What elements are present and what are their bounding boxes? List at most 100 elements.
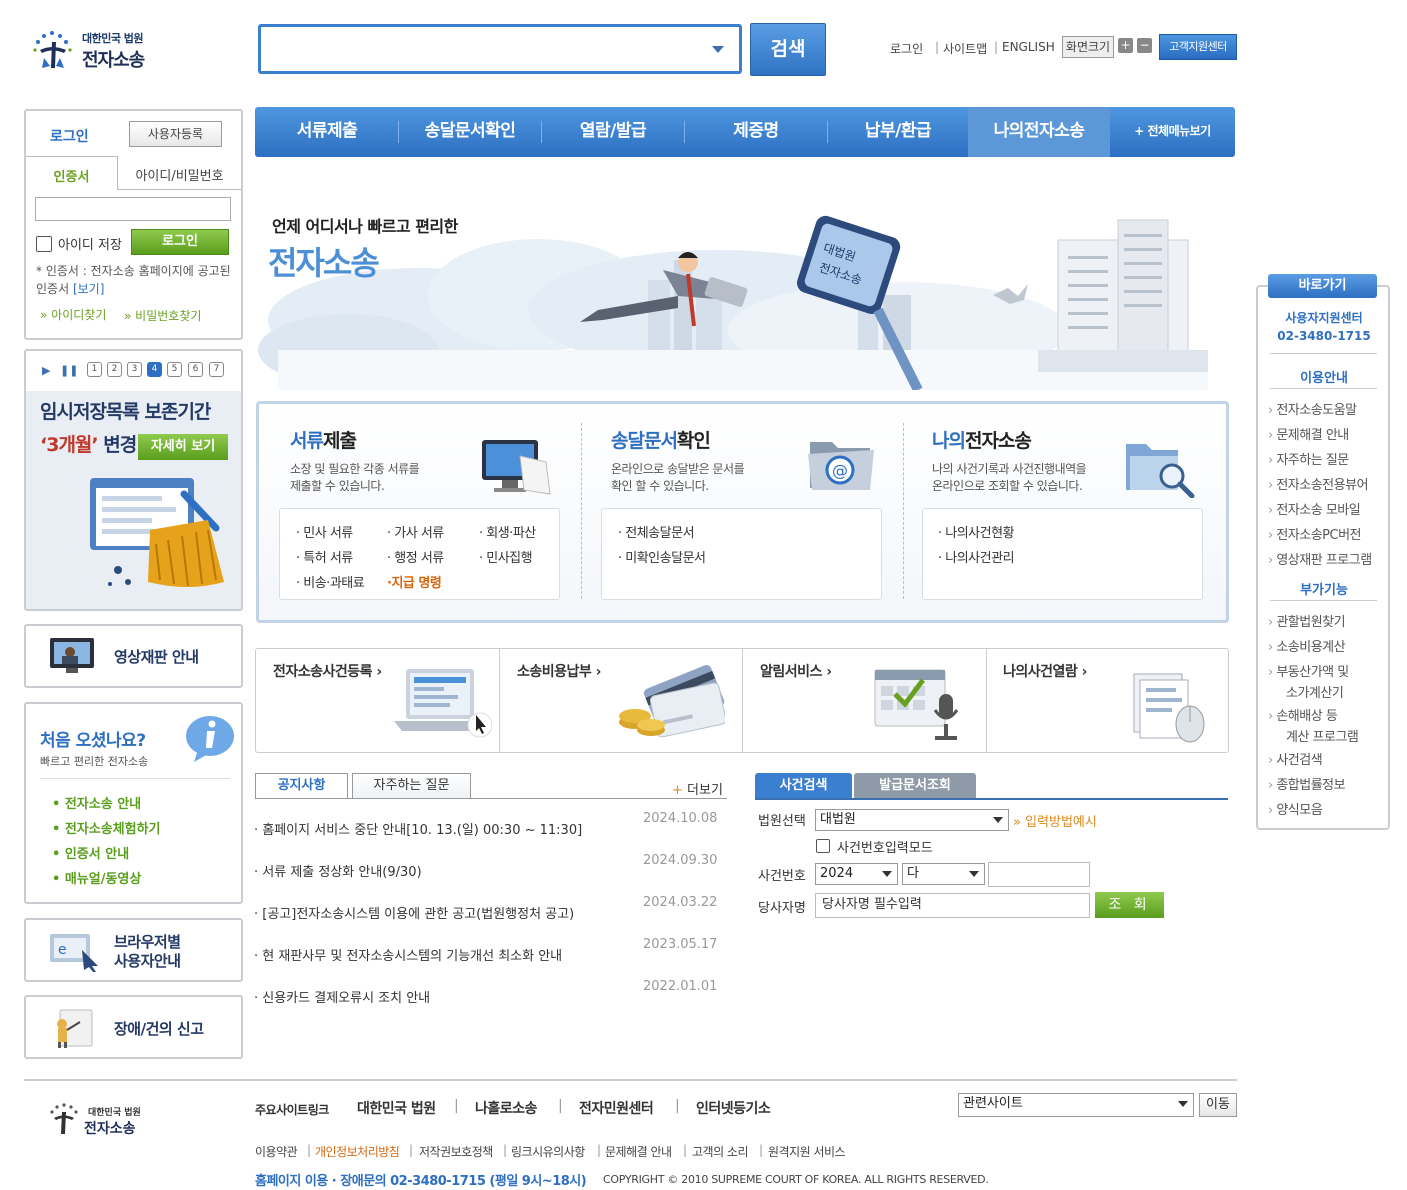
service-link[interactable]: · 민사집행 xyxy=(479,547,533,566)
gnb-item-my-ecourt[interactable]: 나의전자소송 xyxy=(968,107,1110,157)
service-link-payment-order[interactable]: ·지급 명령 xyxy=(387,572,442,591)
logo-title[interactable]: 전자소송 xyxy=(82,46,145,72)
party-name-input[interactable]: 당사자명 필수입력 xyxy=(815,893,1090,918)
footer-copyright-policy-link[interactable]: 저작권보호정책 xyxy=(419,1143,493,1160)
footer-link-notice-link[interactable]: 링크시유의사항 xyxy=(511,1143,585,1160)
service-link[interactable]: · 전체송달문서 xyxy=(618,522,695,541)
first-visit-item[interactable]: • 전자소송체험하기 xyxy=(52,818,161,837)
first-visit-item[interactable]: • 전자소송 안내 xyxy=(52,793,141,812)
quick-link[interactable]: 관할법원찾기 xyxy=(1268,611,1345,630)
save-id-checkbox[interactable] xyxy=(36,236,52,252)
search-button[interactable]: 검색 xyxy=(750,23,826,76)
gnb-item-view-issue[interactable]: 열람/발급 xyxy=(542,107,684,157)
service-link[interactable]: · 특허 서류 xyxy=(296,547,353,566)
quick-link[interactable]: 종합법률정보 xyxy=(1268,774,1345,793)
banner-page-5[interactable]: 5 xyxy=(167,362,182,377)
quick-link[interactable]: 사건검색 xyxy=(1268,749,1322,768)
search-dropdown-icon[interactable] xyxy=(712,46,724,53)
footer-link-registry[interactable]: 인터넷등기소 xyxy=(696,1098,771,1118)
find-password-link[interactable]: » 비밀번호찾기 xyxy=(124,306,216,326)
quick-link[interactable]: 문제해결 안내 xyxy=(1268,424,1349,443)
quick-link[interactable]: 양식모음 xyxy=(1268,799,1322,818)
notice-more-link[interactable]: + 더보기 xyxy=(672,779,723,798)
banner-page-3[interactable]: 3 xyxy=(127,362,142,377)
help-center-button[interactable]: 고객지원센터 xyxy=(1159,34,1237,60)
case-number-input[interactable] xyxy=(988,862,1090,887)
gnb-item-delivery-check[interactable]: 송달문서확인 xyxy=(399,107,541,157)
case-type-select[interactable]: 다 xyxy=(902,863,985,885)
quick-link[interactable]: 부동산가액 및 xyxy=(1268,661,1349,680)
notice-item[interactable]: · [공고]전자소송시스템 이용에 관한 공고(법원행정처 공고) xyxy=(254,903,629,922)
case-search-button[interactable]: 조 회 xyxy=(1095,892,1164,918)
quick-fee-payment[interactable]: 소송비용납부 › xyxy=(517,661,601,681)
util-english-link[interactable]: ENGLISH xyxy=(1002,40,1055,54)
font-plus-button[interactable]: + xyxy=(1118,38,1133,53)
service-link[interactable]: · 민사 서류 xyxy=(296,522,353,541)
gnb-item-certificate[interactable]: 제증명 xyxy=(685,107,827,157)
quick-alert-service[interactable]: 알림서비스 › xyxy=(760,661,832,681)
login-button[interactable]: 로그인 xyxy=(131,229,229,255)
quick-link[interactable]: 전자소송PC버전 xyxy=(1268,524,1361,543)
related-site-select[interactable]: 관련사이트 xyxy=(958,1093,1194,1117)
service-link[interactable]: · 회생·파산 xyxy=(479,522,536,541)
footer-troubleshoot-link[interactable]: 문제해결 안내 xyxy=(605,1143,672,1160)
quick-link[interactable]: 영상재판 프로그램 xyxy=(1268,549,1372,568)
court-select[interactable]: 대법원 xyxy=(815,809,1009,831)
banner-page-6[interactable]: 6 xyxy=(188,362,203,377)
certificate-input[interactable] xyxy=(35,197,231,221)
banner-page-7[interactable]: 7 xyxy=(209,362,224,377)
quick-link[interactable]: 소송비용계산 xyxy=(1268,636,1345,655)
banner-page-4[interactable]: 4 xyxy=(147,362,162,377)
gnb-item-document-submit[interactable]: 서류제출 xyxy=(256,107,398,157)
service-link[interactable]: · 가사 서류 xyxy=(387,522,444,541)
search-input[interactable] xyxy=(258,24,742,74)
case-mode-checkbox[interactable] xyxy=(816,839,830,853)
quick-link[interactable]: 손해배상 등 xyxy=(1268,705,1337,724)
year-select[interactable]: 2024 xyxy=(815,863,898,885)
font-minus-button[interactable]: − xyxy=(1137,38,1152,53)
find-id-link[interactable]: » 아이디찾기 xyxy=(40,306,106,323)
first-visit-item[interactable]: • 매뉴얼/동영상 xyxy=(52,868,141,887)
quick-link[interactable]: 전자소송 모바일 xyxy=(1268,499,1360,518)
register-button[interactable]: 사용자등록 xyxy=(129,121,222,147)
service-link[interactable]: · 행정 서류 xyxy=(387,547,444,566)
quick-case-register[interactable]: 전자소송사건등록 › xyxy=(273,661,382,681)
tab-notice[interactable]: 공지사항 xyxy=(255,773,348,799)
util-sitemap-link[interactable]: 사이트맵 xyxy=(943,40,987,57)
footer-privacy-link[interactable]: 개인정보처리방침 xyxy=(315,1143,400,1160)
pause-icon[interactable]: ❚❚ xyxy=(60,364,78,377)
tab-certificate[interactable]: 인증서 xyxy=(26,156,118,190)
banner-detail-button[interactable]: 자세히 보기 xyxy=(138,434,228,460)
service-title-document[interactable]: 서류제출 xyxy=(290,426,357,453)
related-site-go-button[interactable]: 이동 xyxy=(1199,1093,1237,1117)
footer-voice-link[interactable]: 고객의 소리 xyxy=(692,1143,749,1160)
quick-my-case-view[interactable]: 나의사건열람 › xyxy=(1003,661,1087,681)
service-link[interactable]: · 비송·과태료 xyxy=(296,572,365,591)
cert-view-link[interactable]: [보기] xyxy=(73,282,104,296)
banner-page-2[interactable]: 2 xyxy=(107,362,122,377)
service-title-delivery[interactable]: 송달문서확인 xyxy=(611,426,711,453)
tab-issued-doc[interactable]: 발급문서조회 xyxy=(854,773,976,799)
notice-item[interactable]: · 현 재판사무 및 전자소송시스템의 기능개선 최소화 안내 xyxy=(254,945,629,964)
quick-link-continued[interactable]: 계산 프로그램 xyxy=(1286,726,1359,745)
footer-link-self-litigation[interactable]: 나홀로소송 xyxy=(475,1098,537,1118)
quick-link-continued[interactable]: 소가계산기 xyxy=(1286,682,1344,701)
quick-link[interactable]: 자주하는 질문 xyxy=(1268,449,1349,468)
first-visit-item[interactable]: • 인증서 안내 xyxy=(52,843,129,862)
tab-case-search[interactable]: 사건검색 xyxy=(755,773,852,799)
service-link[interactable]: · 나의사건현황 xyxy=(938,522,1015,541)
service-title-my-ecourt[interactable]: 나의전자소송 xyxy=(932,426,1032,453)
footer-terms-link[interactable]: 이용약관 xyxy=(255,1143,298,1160)
footer-remote-support-link[interactable]: 원격지원 서비스 xyxy=(768,1143,846,1160)
notice-item[interactable]: · 서류 제출 정상화 안내(9/30) xyxy=(254,861,629,880)
play-icon[interactable]: ▶ xyxy=(42,364,50,377)
service-link[interactable]: · 나의사건관리 xyxy=(938,547,1015,566)
footer-link-court[interactable]: 대한민국 법원 xyxy=(357,1098,436,1118)
gnb-item-payment-refund[interactable]: 납부/환급 xyxy=(828,107,968,157)
court-emblem-icon[interactable] xyxy=(30,28,78,72)
all-menu-button[interactable]: + 전체메뉴보기 xyxy=(1110,107,1235,157)
footer-link-civil-center[interactable]: 전자민원센터 xyxy=(579,1098,654,1118)
tab-id-password[interactable]: 아이디/비밀번호 xyxy=(118,156,241,190)
notice-item[interactable]: · 홈페이지 서비스 중단 안내[10. 13.(일) 00:30 ~ 11:3… xyxy=(254,819,629,838)
quick-link[interactable]: 전자소송전용뷰어 xyxy=(1268,474,1368,493)
